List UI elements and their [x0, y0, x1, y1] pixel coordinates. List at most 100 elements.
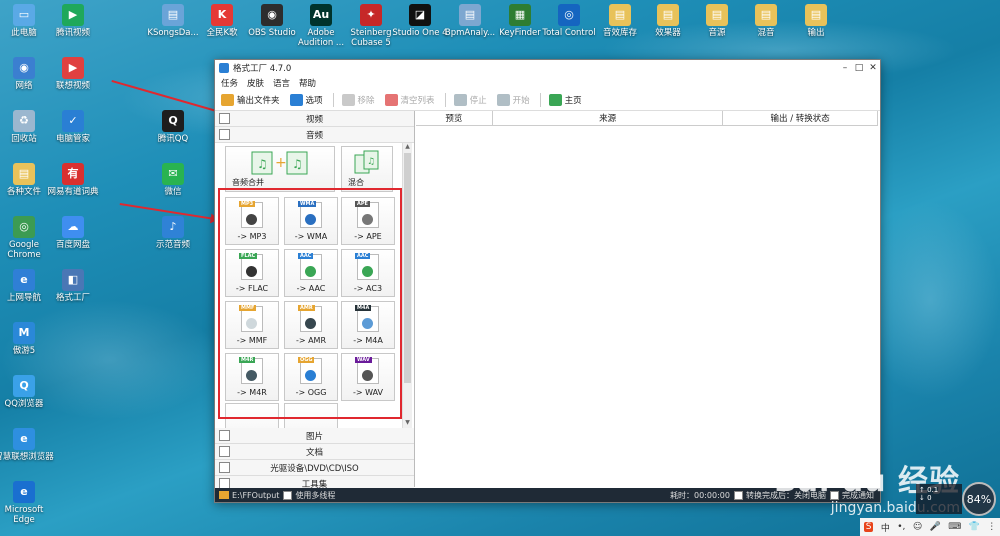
toolbar-label: 停止 — [469, 96, 487, 106]
ime-tool-icon[interactable]: 中 — [881, 521, 890, 534]
desktop-icon[interactable]: M 傲游5 — [0, 322, 54, 356]
scroll-thumb[interactable] — [404, 153, 411, 383]
desktop-icon[interactable]: Q QQ浏览器 — [0, 375, 54, 409]
ime-tool-icon[interactable]: ⌨ — [948, 522, 961, 532]
format-factory-window: 格式工厂 4.7.0 – □ ✕ 任务 皮肤 语言 帮助 输出文件夹 选项 移除 清空列表 停止 开… — [214, 59, 881, 503]
menu-item[interactable]: 任务 — [221, 77, 238, 89]
desktop-icon-label: 腾讯视频 — [55, 28, 90, 38]
desktop-icon-label: 微信 — [164, 187, 182, 197]
cpu-gauge[interactable]: 84% — [962, 482, 996, 516]
desktop-icon-label: 百度网盘 — [55, 240, 90, 250]
task-table-header: 预览 来源 输出 / 转换状态 — [416, 111, 878, 126]
app-icon: ▦ — [509, 4, 531, 26]
category-header[interactable]: 光驱设备\DVD\CD\ISO — [215, 460, 414, 476]
title-bar: 格式工厂 4.7.0 – □ ✕ — [215, 60, 880, 76]
options-icon — [289, 94, 303, 106]
ime-tool-icon[interactable]: •, — [897, 522, 905, 532]
app-icon: Q — [162, 110, 184, 132]
window-title: 格式工厂 4.7.0 — [233, 64, 292, 74]
folder-icon[interactable] — [219, 491, 229, 499]
stop-button[interactable]: 停止 — [453, 94, 487, 106]
menu-item[interactable]: 语言 — [273, 77, 290, 89]
ime-tool-icon[interactable]: ⋮ — [987, 522, 996, 532]
remove-icon — [341, 94, 355, 106]
category-icon — [219, 446, 230, 457]
start-button[interactable]: 开始 — [496, 94, 530, 106]
start-icon — [496, 94, 510, 106]
app-icon: ▤ — [805, 4, 827, 26]
close-icon[interactable]: ✕ — [866, 63, 880, 73]
remove-button[interactable]: 移除 — [341, 94, 375, 106]
home-button[interactable]: 主页 — [548, 94, 582, 106]
desktop-icon-label: 示范音频 — [155, 240, 190, 250]
desktop-icon[interactable]: ✉ 微信 — [143, 163, 203, 197]
svg-text:♫: ♫ — [367, 157, 375, 167]
desktop-icon[interactable]: ◧ 格式工厂 — [43, 269, 103, 303]
col-preview[interactable]: 预览 — [416, 111, 493, 125]
vertical-scrollbar[interactable]: ▲ ▼ — [402, 143, 412, 428]
output-folder-button[interactable]: 输出文件夹 — [221, 94, 280, 106]
clear-list-icon — [384, 94, 398, 106]
ime-tool-icon[interactable]: ☺ — [913, 522, 922, 532]
app-icon: ◎ — [558, 4, 580, 26]
menu-item[interactable]: 皮肤 — [247, 77, 264, 89]
desktop-icon[interactable]: ▤ 输出 — [786, 4, 846, 38]
desktop-icon[interactable]: ✓ 电脑管家 — [43, 110, 103, 144]
category-header[interactable]: 图片 — [215, 428, 414, 444]
app-icon: ▤ — [706, 4, 728, 26]
desktop-icon[interactable]: e 智慧联想浏览器 — [0, 428, 54, 462]
desktop-icon[interactable]: ▶ 腾讯视频 — [43, 4, 103, 38]
col-output-status[interactable]: 输出 / 转换状态 — [723, 111, 878, 125]
app-icon: 有 — [62, 163, 84, 185]
desktop-icon[interactable]: 有网易有道词典 — [43, 163, 103, 197]
category-label: 音频 — [305, 130, 323, 141]
output-path[interactable]: E:\FFOutput — [232, 491, 279, 500]
category-header[interactable]: 音频 — [215, 127, 414, 143]
category-header[interactable]: 文档 — [215, 444, 414, 460]
desktop-icon[interactable]: Q 腾讯QQ — [143, 110, 203, 144]
clear-list-button[interactable]: 清空列表 — [384, 94, 435, 106]
after-convert-checkbox[interactable] — [734, 490, 743, 500]
category-header[interactable]: 视频 — [215, 111, 414, 127]
app-icon: ▤ — [657, 4, 679, 26]
svg-text:♫: ♫ — [292, 157, 303, 171]
desktop-icon-label: 联想视频 — [55, 81, 90, 91]
desktop-icon[interactable]: ☁ 百度网盘 — [43, 216, 103, 250]
toolbar-label: 开始 — [512, 96, 530, 106]
maximize-icon[interactable]: □ — [852, 63, 866, 73]
ime-tool-icon[interactable]: 👕 — [969, 522, 980, 532]
options-button[interactable]: 选项 — [289, 94, 323, 106]
category-label: 图片 — [305, 431, 323, 442]
app-icon: ▭ — [13, 4, 35, 26]
desktop-icon[interactable]: e Microsoft Edge — [0, 481, 54, 525]
ime-tool-icon[interactable]: 🎤 — [930, 522, 941, 532]
svg-text:♫: ♫ — [257, 157, 268, 171]
minimize-icon[interactable]: – — [838, 63, 852, 73]
app-icon: ♪ — [162, 216, 184, 238]
menu-item[interactable]: 帮助 — [299, 77, 316, 89]
sogou-icon[interactable]: S — [863, 522, 874, 532]
merge-audio-tile[interactable]: ♫ + ♫ 音频合并 — [225, 146, 335, 192]
app-icon: ▤ — [459, 4, 481, 26]
toolbar-label: 选项 — [305, 96, 323, 106]
mix-audio-tile[interactable]: ♫ 混合 — [341, 146, 393, 192]
app-icon: ▶ — [62, 4, 84, 26]
toolbar-label: 移除 — [357, 96, 375, 106]
scroll-up-icon[interactable]: ▲ — [403, 143, 412, 152]
svg-text:+: + — [275, 155, 287, 171]
category-icon — [219, 462, 230, 473]
net-speed-widget[interactable]: ↑ 0.1 ↓ 0 — [916, 484, 962, 514]
multithread-checkbox[interactable] — [283, 490, 293, 500]
desktop-icon[interactable]: ▶ 联想视频 — [43, 57, 103, 91]
app-icon: Au — [310, 4, 332, 26]
desktop-icon[interactable]: ♪ 示范音频 — [143, 216, 203, 250]
col-source[interactable]: 来源 — [493, 111, 724, 125]
mix-audio-label: 混合 — [348, 178, 364, 187]
scroll-down-icon[interactable]: ▼ — [403, 419, 412, 428]
audio-mix-icon: ♫ — [354, 150, 379, 174]
audio-function-grid: ♫ + ♫ 音频合并 ♫ 混合 MP3 -> MP3 WMA -> WMA APE -> … — [215, 143, 414, 428]
category-icon — [219, 129, 230, 140]
task-list: 预览 来源 输出 / 转换状态 — [416, 111, 878, 487]
desktop-icon-label: 格式工厂 — [55, 293, 90, 303]
app-icon: e — [13, 481, 35, 503]
